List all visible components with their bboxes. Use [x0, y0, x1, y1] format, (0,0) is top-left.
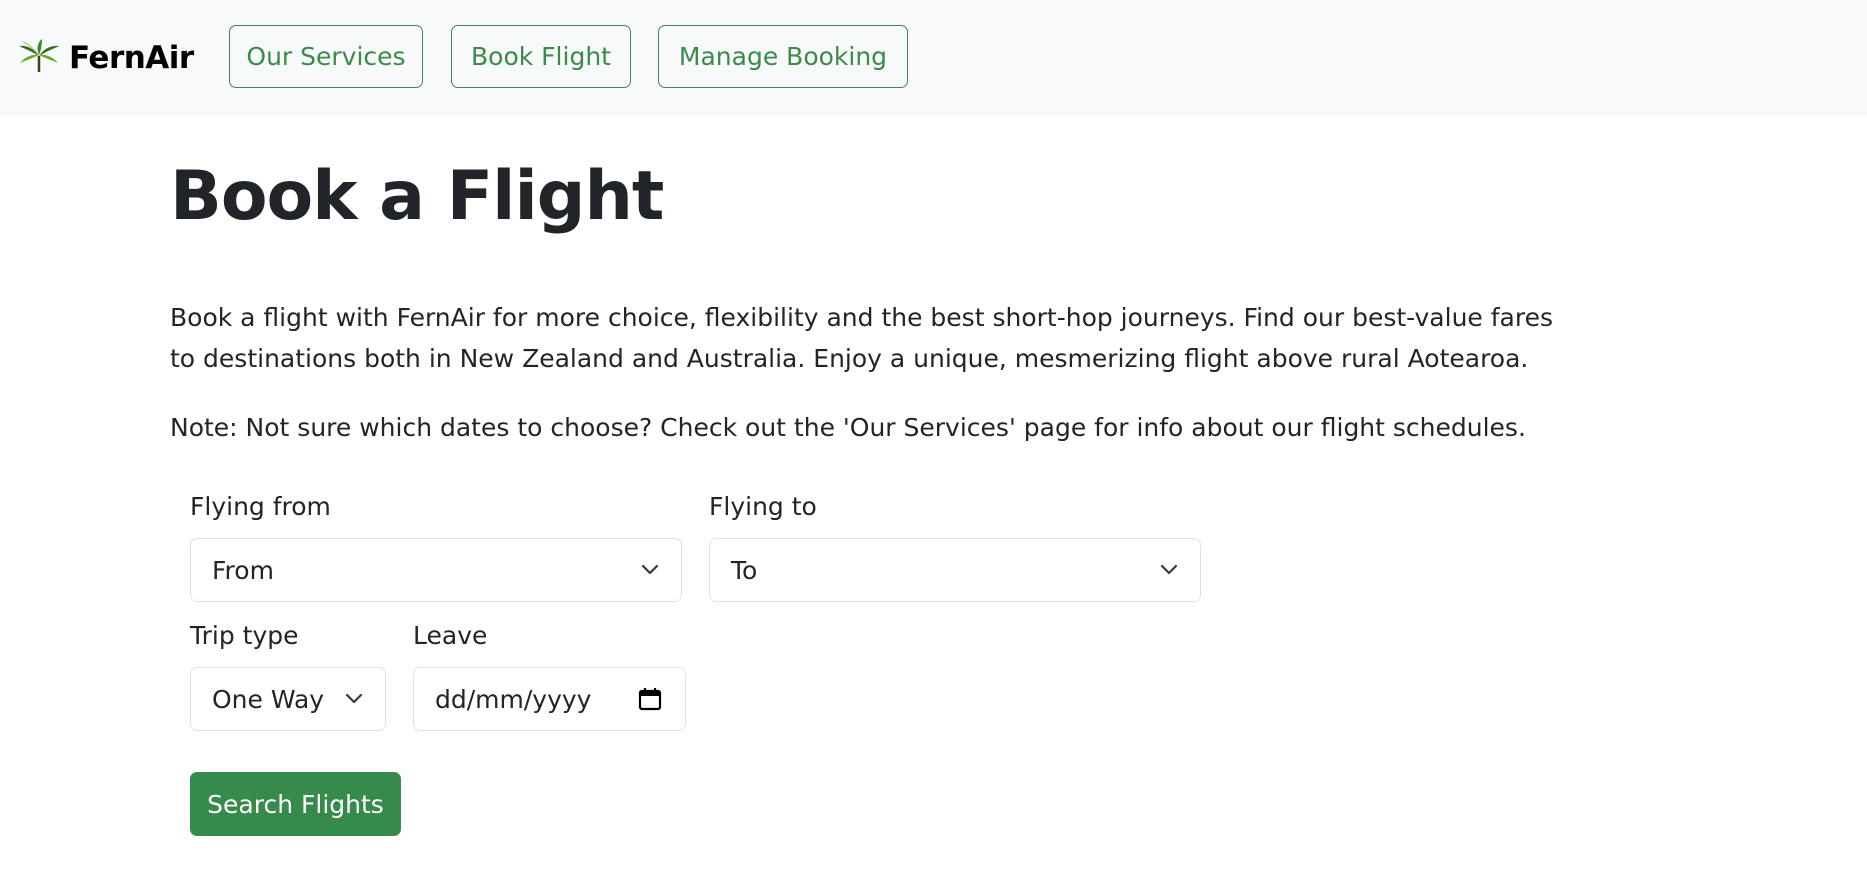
trip-type-value: One Way: [212, 684, 325, 714]
flying-to-select[interactable]: To: [709, 538, 1201, 602]
page-title: Book a Flight: [170, 157, 664, 236]
fern-logo-icon: [18, 38, 60, 78]
flying-to-value: To: [731, 555, 758, 585]
leave-date-placeholder: dd/mm/yyyy: [435, 684, 592, 714]
calendar-icon[interactable]: [637, 686, 663, 712]
nav-manage-booking-button[interactable]: Manage Booking: [658, 25, 908, 88]
schedule-note: Note: Not sure which dates to choose? Ch…: [170, 413, 1526, 442]
nav-our-services-button[interactable]: Our Services: [229, 25, 423, 88]
chevron-down-icon: [345, 693, 363, 704]
leave-date-input[interactable]: dd/mm/yyyy: [413, 667, 686, 731]
trip-type-label: Trip type: [190, 621, 299, 650]
brand-link[interactable]: FernAir: [18, 36, 194, 80]
chevron-down-icon: [1160, 564, 1178, 575]
nav-book-flight-button[interactable]: Book Flight: [451, 25, 631, 88]
chevron-down-icon: [641, 564, 659, 575]
trip-type-select[interactable]: One Way: [190, 667, 386, 731]
navbar: FernAir Our Services Book Flight Manage …: [0, 0, 1867, 116]
leave-label: Leave: [413, 621, 488, 650]
brand-name: FernAir: [69, 40, 194, 76]
flying-from-label: Flying from: [190, 492, 331, 521]
flying-from-select[interactable]: From: [190, 538, 682, 602]
intro-paragraph: Book a flight with FernAir for more choi…: [170, 303, 1553, 373]
flying-to-label: Flying to: [709, 492, 817, 521]
flying-from-value: From: [212, 555, 274, 585]
search-flights-button[interactable]: Search Flights: [190, 772, 401, 836]
